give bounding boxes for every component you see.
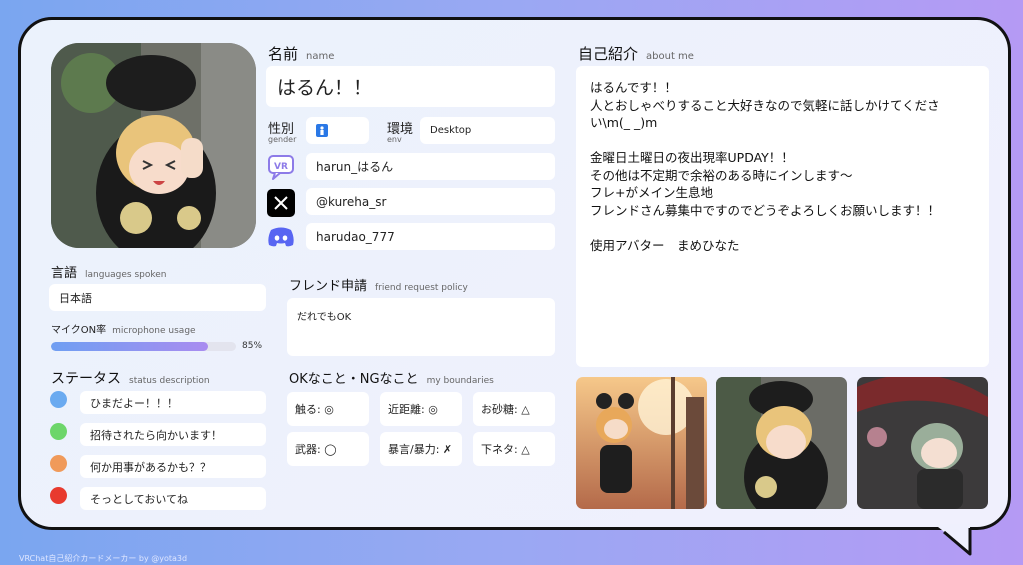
boundaries-label: OKなこと・NGなこと my boundaries	[289, 372, 494, 387]
status-item: 招待されたら向かいます！	[80, 423, 266, 446]
about-text: はるんです！！ 人とおしゃべりすること大好きなので気軽に話しかけてくださ い\m…	[576, 66, 989, 367]
x-icon	[267, 189, 295, 217]
avatar-photo	[51, 43, 256, 248]
x-handle: @kureha_sr	[306, 188, 555, 215]
status-dot-blue	[50, 391, 67, 408]
env-value: Desktop	[420, 117, 555, 144]
status-label: ステータス status description	[51, 371, 210, 387]
friend-request-label: フレンド申請 friend request policy	[289, 279, 468, 294]
status-dot-red	[50, 487, 67, 504]
boundary-sugar: お砂糖: △	[473, 392, 555, 426]
boundary-weapons: 武器: ◯	[287, 432, 369, 466]
speech-bubble-tail	[934, 524, 972, 556]
mic-label: マイクON率 microphone usage	[51, 325, 196, 336]
mic-progress-bar	[51, 342, 236, 351]
boundary-violence: 暴言/暴力: ✗	[380, 432, 462, 466]
status-item: そっとしておいてね	[80, 487, 266, 510]
vrchat-id: harun_はるん	[306, 153, 555, 180]
discord-id: harudao_777	[306, 223, 555, 250]
vrchat-icon: VR	[267, 153, 295, 181]
gender-value	[306, 117, 369, 144]
status-dot-orange	[50, 455, 67, 472]
person-icon	[316, 124, 328, 137]
env-label: 環境 env	[387, 122, 414, 144]
boundary-touch: 触る: ◎	[287, 392, 369, 426]
about-label: 自己紹介 about me	[578, 45, 694, 63]
footer-credit: VRChat自己紹介カードメーカー by @yota3d	[19, 554, 188, 563]
mic-progress-fill	[51, 342, 209, 351]
languages-value: 日本語	[49, 284, 266, 311]
mic-percent: 85%	[242, 341, 263, 351]
gallery-photo	[716, 377, 847, 509]
boundary-lewd: 下ネタ: △	[473, 432, 555, 466]
gallery-photo	[857, 377, 988, 509]
boundary-close-distance: 近距離: ◎	[380, 392, 462, 426]
gallery-photo	[576, 377, 707, 509]
name-value: はるん！！	[266, 66, 555, 107]
languages-label: 言語 languages spoken	[51, 266, 167, 281]
discord-icon	[267, 223, 295, 251]
friend-request-value: だれでもOK	[287, 298, 555, 356]
gender-label: 性別 gender	[268, 122, 297, 144]
name-label: 名前 name	[268, 45, 335, 63]
svg-text:VR: VR	[274, 162, 288, 172]
status-item: ひまだよー！！！	[80, 391, 266, 414]
status-dot-green	[50, 423, 67, 440]
status-item: 何か用事があるかも？？	[80, 455, 266, 478]
